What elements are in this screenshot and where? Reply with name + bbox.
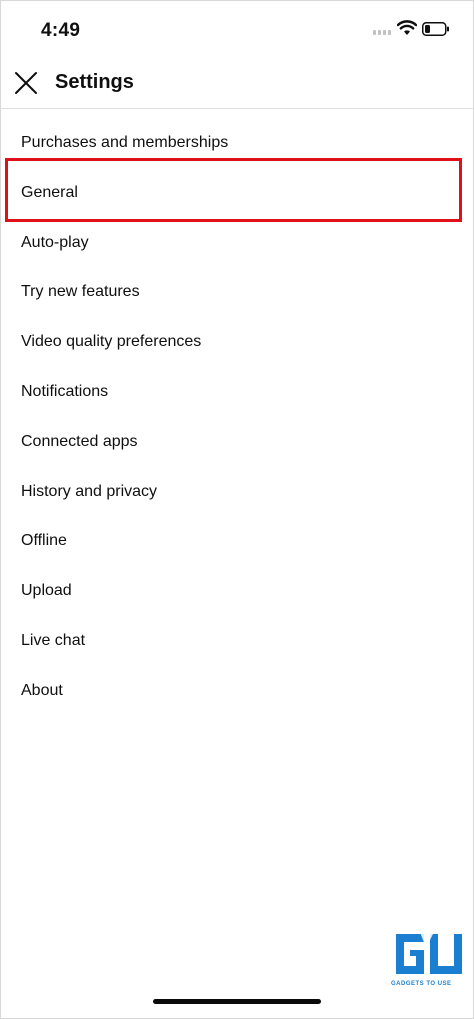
settings-item-about[interactable]: About bbox=[0, 666, 474, 716]
cellular-signal-icon bbox=[373, 30, 395, 36]
settings-item-general[interactable]: General bbox=[0, 168, 474, 218]
watermark-text: GADGETS TO USE bbox=[391, 981, 452, 987]
wifi-icon bbox=[396, 20, 418, 36]
settings-item-video-quality[interactable]: Video quality preferences bbox=[0, 317, 474, 367]
settings-item-offline[interactable]: Offline bbox=[0, 516, 474, 566]
settings-item-history-privacy[interactable]: History and privacy bbox=[0, 467, 474, 517]
settings-header: Settings bbox=[0, 58, 474, 109]
status-bar: 4:49 bbox=[0, 0, 474, 58]
close-icon bbox=[15, 72, 37, 94]
settings-item-connected-apps[interactable]: Connected apps bbox=[0, 417, 474, 467]
settings-item-try-new-features[interactable]: Try new features bbox=[0, 267, 474, 317]
close-button[interactable] bbox=[12, 69, 40, 97]
settings-item-notifications[interactable]: Notifications bbox=[0, 367, 474, 417]
settings-item-upload[interactable]: Upload bbox=[0, 566, 474, 616]
battery-icon bbox=[422, 22, 450, 36]
settings-item-live-chat[interactable]: Live chat bbox=[0, 616, 474, 666]
settings-item-purchases[interactable]: Purchases and memberships bbox=[0, 118, 474, 168]
settings-item-autoplay[interactable]: Auto-play bbox=[0, 218, 474, 268]
page-title: Settings bbox=[55, 71, 134, 93]
home-indicator[interactable] bbox=[153, 999, 321, 1004]
status-time: 4:49 bbox=[41, 20, 81, 41]
settings-list: Purchases and memberships General Auto-p… bbox=[0, 118, 474, 716]
